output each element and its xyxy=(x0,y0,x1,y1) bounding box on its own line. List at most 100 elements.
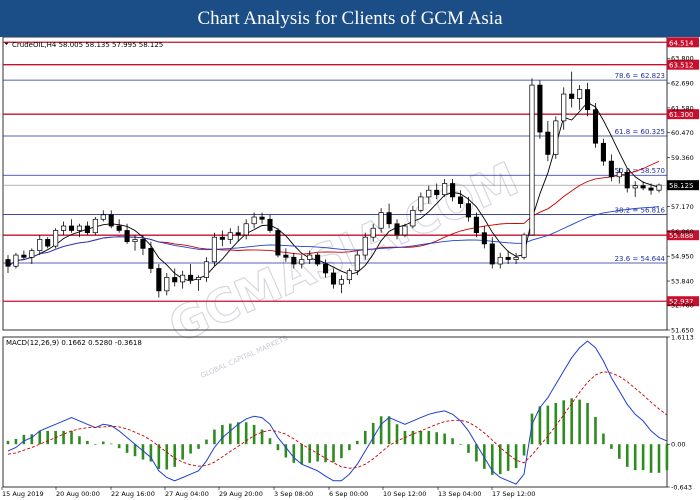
macd-histogram-bar xyxy=(578,399,581,445)
candle xyxy=(108,210,114,229)
macd-histogram-bar xyxy=(22,434,26,445)
price-tick-label: 56.060 xyxy=(671,228,694,236)
candle-body xyxy=(188,274,194,281)
time-tick-label: 3 Sep 08:00 xyxy=(274,490,313,498)
time-tick-label: 17 Sep 12:00 xyxy=(492,490,535,498)
candle-body xyxy=(378,212,384,229)
price-tick-label: 61.580 xyxy=(671,104,694,112)
macd-histogram-bar xyxy=(78,436,81,445)
candle-body xyxy=(561,93,567,122)
candle xyxy=(275,228,281,258)
candle-body xyxy=(529,84,535,236)
macd-histogram-bar xyxy=(181,444,184,460)
candle-body xyxy=(76,225,83,231)
candle-body xyxy=(632,185,638,189)
candle xyxy=(315,252,321,267)
macd-histogram-bar xyxy=(189,444,192,454)
macd-histogram-bar xyxy=(467,444,470,453)
candle-body xyxy=(132,239,138,243)
candle-body xyxy=(299,259,305,265)
candle-body xyxy=(537,84,543,133)
candle-body xyxy=(227,232,233,240)
macd-histogram-bar xyxy=(109,443,113,445)
price-tick-label: 59.360 xyxy=(671,154,694,162)
candle xyxy=(180,270,186,289)
candle xyxy=(569,71,575,108)
candle-body xyxy=(608,160,614,178)
macd-histogram-bar xyxy=(276,444,280,451)
time-tick-label: 27 Aug 04:00 xyxy=(165,490,209,498)
main-chart-title: CrudeOIL,H4 58.005 58.135 57.995 58.125 xyxy=(12,41,163,49)
candle-body xyxy=(481,232,487,245)
macd-histogram-bar xyxy=(213,429,216,445)
macd-histogram-bar xyxy=(117,444,121,449)
candle-body xyxy=(394,223,400,236)
candle-body xyxy=(592,109,599,144)
candle xyxy=(5,255,11,273)
macd-histogram-bar xyxy=(475,444,478,462)
macd-histogram-bar xyxy=(292,444,296,463)
macd-histogram-bar xyxy=(14,438,18,445)
candle-body xyxy=(338,279,344,285)
time-axis: 15 Aug 2019 20 Aug 00:00 22 Aug 16:00 27 Au… xyxy=(1,487,535,498)
macd-histogram-bar xyxy=(268,438,272,445)
macd-histogram-bar xyxy=(618,444,621,459)
price-tick-label: 53.840 xyxy=(671,278,694,286)
candle-body xyxy=(92,218,98,234)
candle-body xyxy=(100,214,106,220)
candle-body xyxy=(640,185,646,189)
macd-histogram-bar xyxy=(506,444,510,471)
macd-histogram-bar xyxy=(363,430,367,445)
candle-body xyxy=(386,212,392,225)
macd-line xyxy=(7,340,668,485)
macd-histogram-bar xyxy=(625,444,629,467)
candle-body xyxy=(600,142,606,162)
candle-body xyxy=(140,239,146,249)
candle xyxy=(251,212,257,229)
candle xyxy=(553,116,559,159)
candle xyxy=(513,252,519,265)
macd-histogram-bar xyxy=(46,430,49,445)
macd-histogram-bar xyxy=(165,444,169,470)
macd-histogram-bar xyxy=(197,444,200,449)
candle-body xyxy=(148,248,154,269)
candle-body xyxy=(267,218,273,231)
macd-histogram-bar xyxy=(205,439,208,445)
candle-body xyxy=(434,189,440,196)
fibonacci-label: 78.6 = 62.823 xyxy=(615,72,665,80)
candle-body xyxy=(624,171,630,189)
candle-body xyxy=(108,214,114,227)
macd-histogram-bar xyxy=(133,444,137,457)
candle-body xyxy=(648,187,654,191)
time-tick-label: 6 Sep 00:00 xyxy=(329,490,368,498)
candle-body xyxy=(521,234,527,258)
candle-body xyxy=(323,263,329,274)
price-tick-label: 54.950 xyxy=(671,253,694,261)
candle-body xyxy=(203,261,210,278)
macd-histogram-bar xyxy=(610,444,613,449)
candle xyxy=(92,217,98,235)
candle xyxy=(53,228,59,249)
candle xyxy=(68,219,75,233)
macd-panel-frame xyxy=(2,336,668,488)
candle xyxy=(21,250,27,260)
candle-body xyxy=(402,225,408,236)
candle-body xyxy=(219,236,225,240)
candle xyxy=(577,85,583,110)
price-axis: 51.65052.76053.84054.95056.06057.17058.2… xyxy=(667,55,694,335)
candle-body xyxy=(465,203,472,218)
candle-body xyxy=(53,230,59,247)
chart-canvas: GCMASIA.COMGLOBAL CAPITAL MARKETS 64.514… xyxy=(1,37,699,498)
candle xyxy=(156,264,162,298)
candle xyxy=(402,223,408,238)
macd-histogram-bar xyxy=(419,430,423,445)
fibonacci-label: 61.8 = 60.325 xyxy=(615,128,665,136)
candle xyxy=(267,214,273,233)
macd-histogram-bar xyxy=(340,444,343,459)
candle-body xyxy=(584,89,591,111)
candle xyxy=(100,210,106,222)
macd-histogram-bar xyxy=(101,441,105,445)
candle-body xyxy=(569,93,575,99)
macd-histogram-bar xyxy=(522,444,526,456)
candle-body xyxy=(315,254,321,265)
